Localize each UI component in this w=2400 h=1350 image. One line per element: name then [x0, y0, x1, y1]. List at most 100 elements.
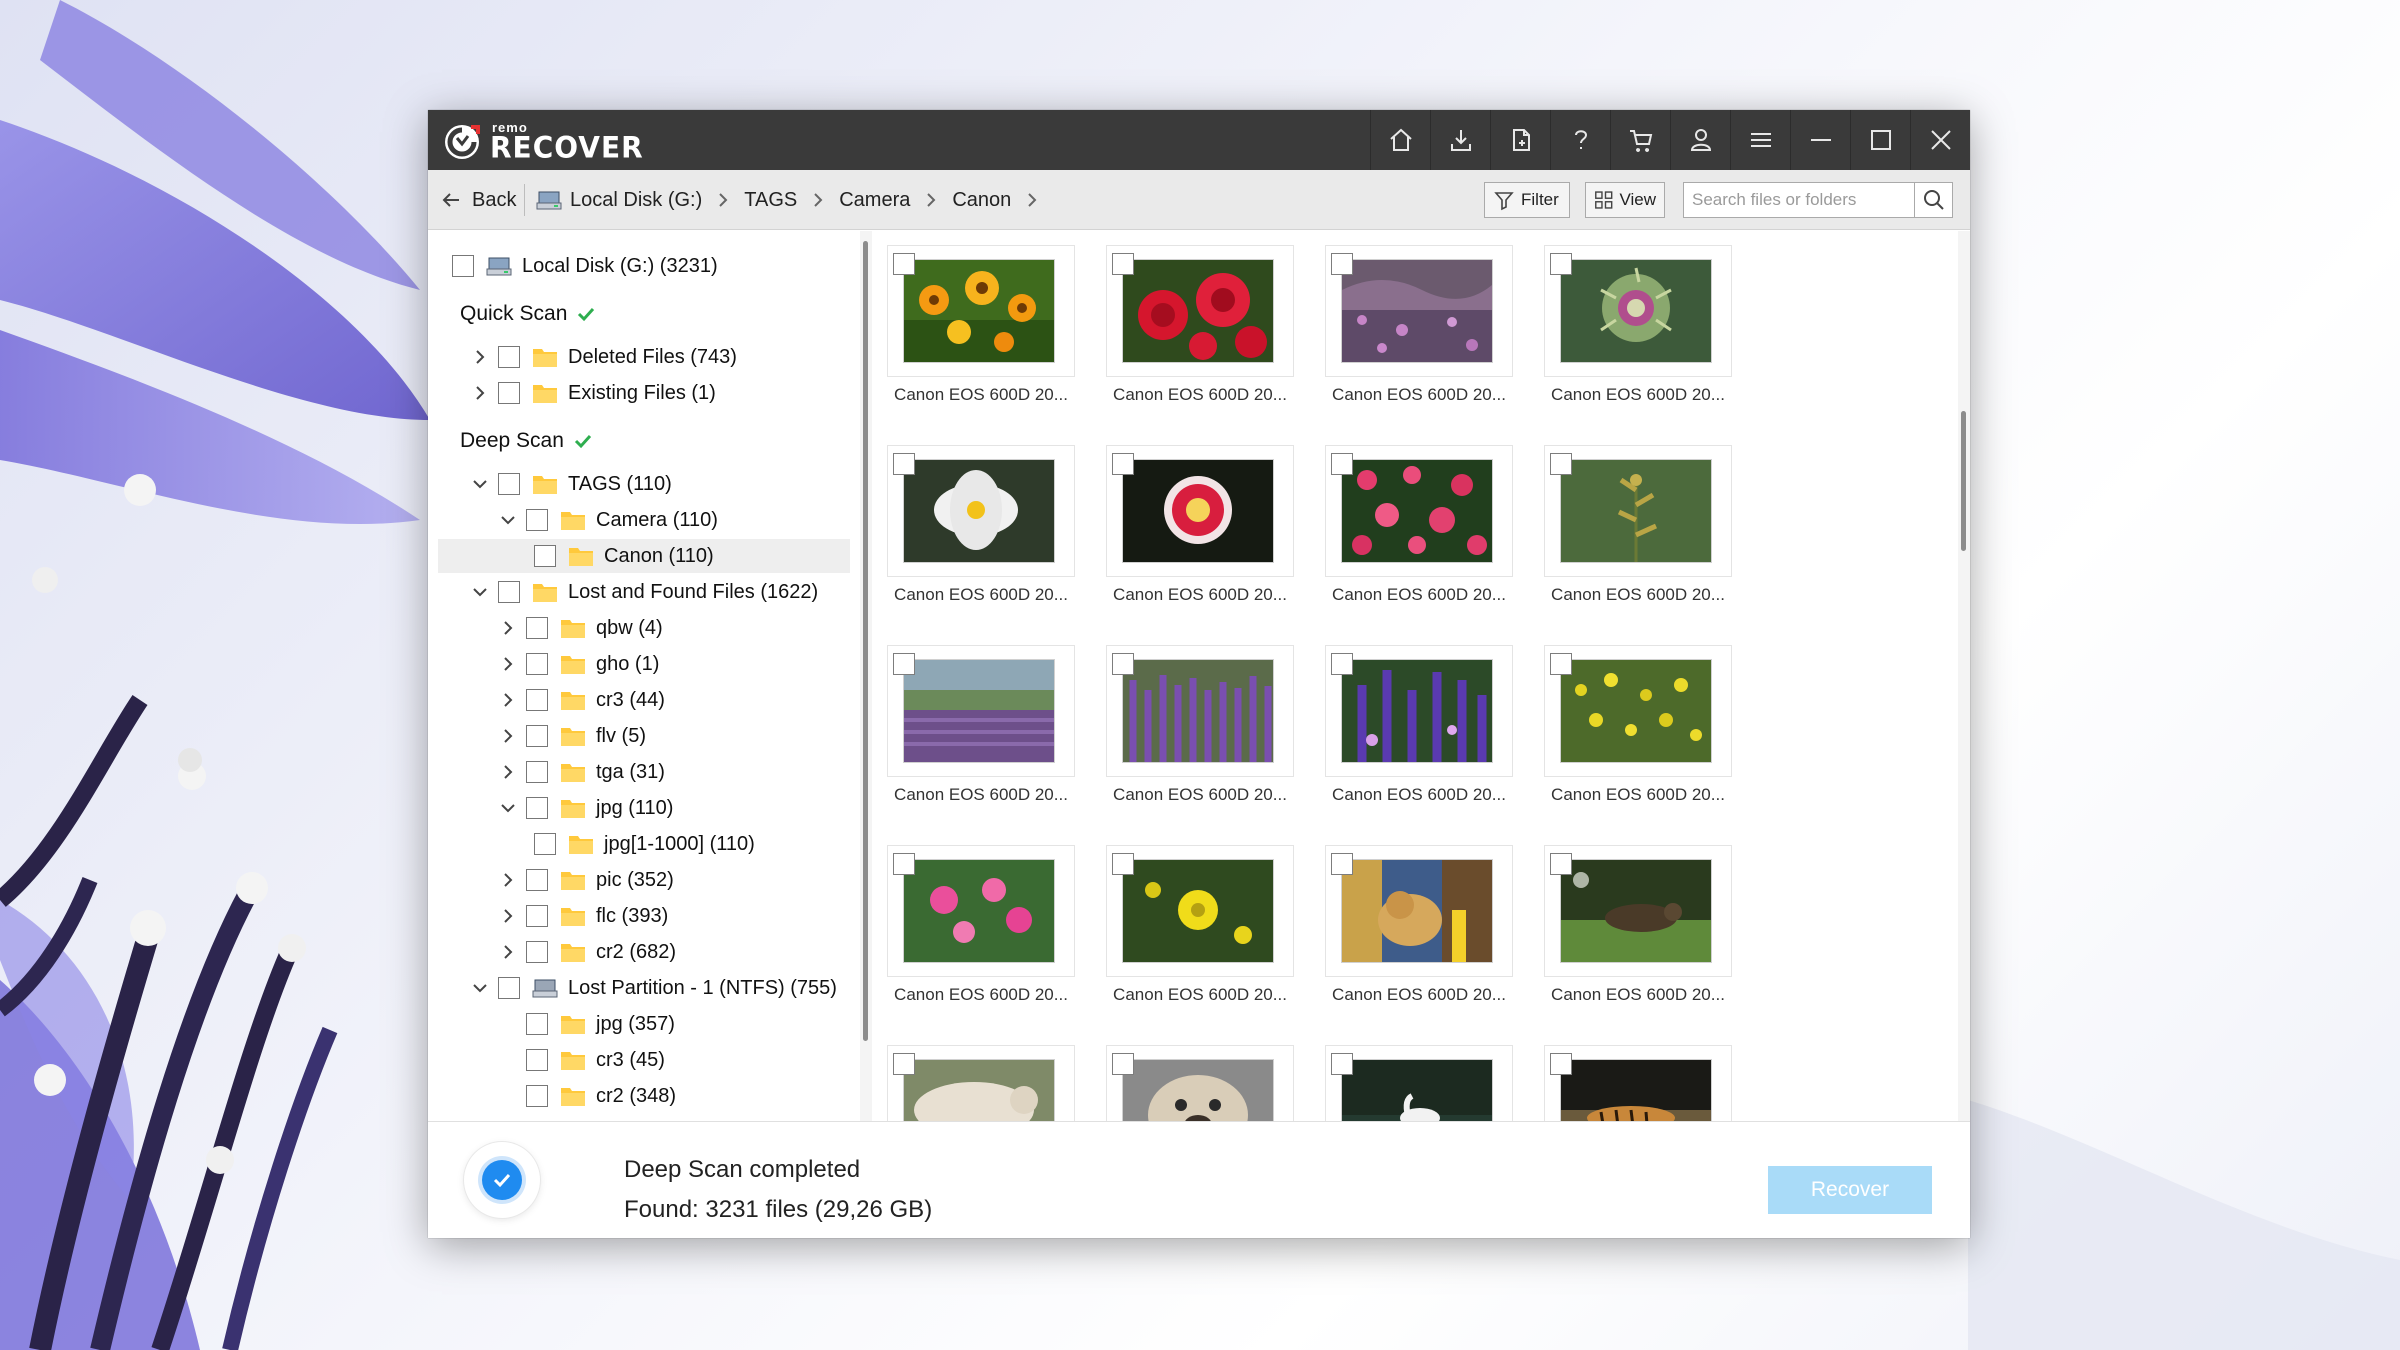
image-thumbnail[interactable]	[1560, 459, 1712, 563]
tree-checkbox[interactable]	[534, 833, 556, 855]
expand-toggle[interactable]	[498, 726, 518, 746]
tree-checkbox[interactable]	[498, 473, 520, 495]
image-thumbnail[interactable]	[903, 1059, 1055, 1121]
menu-button[interactable]	[1730, 110, 1790, 170]
expand-toggle[interactable]	[498, 906, 518, 926]
expand-toggle[interactable]	[498, 870, 518, 890]
tree-item-existing-files[interactable]: Existing Files (1)	[470, 376, 716, 410]
image-thumbnail[interactable]	[903, 459, 1055, 563]
image-thumbnail[interactable]	[1341, 259, 1493, 363]
tree-checkbox[interactable]	[526, 941, 548, 963]
tree-item-jpg-range[interactable]: jpg[1-1000] (110)	[526, 827, 755, 861]
tree-checkbox[interactable]	[498, 977, 520, 999]
image-thumbnail[interactable]	[1122, 659, 1274, 763]
image-thumbnail[interactable]	[1560, 859, 1712, 963]
tree-item-qbw[interactable]: qbw (4)	[498, 611, 663, 645]
save-session-button[interactable]	[1430, 110, 1490, 170]
expand-toggle[interactable]	[498, 510, 518, 530]
tree-vertical-scrollbar[interactable]	[860, 231, 872, 1121]
breadcrumb-item-camera[interactable]: Camera	[839, 189, 910, 212]
tile-checkbox[interactable]	[893, 253, 915, 275]
file-tile[interactable]: Canon EOS 600D 20...	[1325, 845, 1513, 1004]
tile-checkbox[interactable]	[1550, 1053, 1572, 1075]
image-thumbnail[interactable]	[1341, 459, 1493, 563]
help-button[interactable]	[1550, 110, 1610, 170]
tile-checkbox[interactable]	[1550, 653, 1572, 675]
image-thumbnail[interactable]	[903, 659, 1055, 763]
file-tile[interactable]: Canon EOS 600D 20...	[1544, 245, 1732, 404]
tree-item-flv[interactable]: flv (5)	[498, 719, 646, 753]
tree-checkbox[interactable]	[498, 581, 520, 603]
close-button[interactable]	[1910, 110, 1970, 170]
tree-item-lost-partition[interactable]: Lost Partition - 1 (NTFS) (755)	[470, 971, 837, 1005]
tree-item-root[interactable]: Local Disk (G:) (3231)	[452, 249, 718, 283]
tree-checkbox[interactable]	[526, 1085, 548, 1107]
tree-item-gho[interactable]: gho (1)	[498, 647, 659, 681]
recover-button[interactable]: Recover	[1768, 1166, 1932, 1214]
tree-item-lost-and-found[interactable]: Lost and Found Files (1622)	[470, 575, 818, 609]
file-tile[interactable]: Canon EOS 600D 20...	[1325, 245, 1513, 404]
expand-toggle[interactable]	[470, 383, 490, 403]
tree-item-camera[interactable]: Camera (110)	[498, 503, 718, 537]
image-thumbnail[interactable]	[903, 259, 1055, 363]
tree-checkbox[interactable]	[498, 382, 520, 404]
expand-toggle[interactable]	[470, 978, 490, 998]
tile-checkbox[interactable]	[893, 653, 915, 675]
home-button[interactable]	[1370, 110, 1430, 170]
tree-item-partition-jpg[interactable]: jpg (357)	[518, 1007, 675, 1041]
image-thumbnail[interactable]	[1341, 659, 1493, 763]
tile-checkbox[interactable]	[893, 1053, 915, 1075]
image-thumbnail[interactable]	[1122, 1059, 1274, 1121]
expand-toggle[interactable]	[498, 654, 518, 674]
tile-checkbox[interactable]	[1112, 1053, 1134, 1075]
tile-checkbox[interactable]	[893, 853, 915, 875]
search-input[interactable]	[1684, 183, 1912, 217]
breadcrumb-item-local-disk[interactable]: Local Disk (G:)	[536, 189, 702, 212]
tree-checkbox[interactable]	[526, 905, 548, 927]
file-tile[interactable]: Canon EOS 600D 20...	[1106, 245, 1294, 404]
file-tile[interactable]: Canon EOS 600D 20...	[1325, 445, 1513, 604]
image-thumbnail[interactable]	[1560, 1059, 1712, 1121]
file-tile[interactable]: Canon EOS 600D 20...	[1325, 645, 1513, 804]
tree-checkbox[interactable]	[526, 797, 548, 819]
image-thumbnail[interactable]	[1122, 459, 1274, 563]
tree-checkbox[interactable]	[526, 725, 548, 747]
tree-item-tga[interactable]: tga (31)	[498, 755, 665, 789]
tile-checkbox[interactable]	[1331, 653, 1353, 675]
file-tile[interactable]: Canon EOS 600D 20...	[887, 645, 1075, 804]
expand-toggle[interactable]	[470, 474, 490, 494]
tree-item-canon[interactable]: Canon (110)	[438, 539, 850, 573]
image-thumbnail[interactable]	[1560, 259, 1712, 363]
file-tile[interactable]: Canon EOS 600D 20...	[1106, 645, 1294, 804]
tree-item-partition-cr3[interactable]: cr3 (45)	[518, 1043, 665, 1077]
maximize-button[interactable]	[1850, 110, 1910, 170]
file-tile[interactable]: Canon EOS 600D 20...	[887, 245, 1075, 404]
view-button[interactable]: View	[1585, 182, 1665, 218]
image-thumbnail[interactable]	[1122, 259, 1274, 363]
file-tile[interactable]	[1106, 1045, 1294, 1121]
tree-item-pic[interactable]: pic (352)	[498, 863, 674, 897]
tree-item-flc[interactable]: flc (393)	[498, 899, 668, 933]
scrollbar-thumb[interactable]	[1961, 411, 1966, 551]
filter-button[interactable]: Filter	[1484, 182, 1570, 218]
file-tile[interactable]: Canon EOS 600D 20...	[887, 845, 1075, 1004]
tree-checkbox[interactable]	[526, 761, 548, 783]
file-tile[interactable]: Canon EOS 600D 20...	[1544, 845, 1732, 1004]
file-tile[interactable]: Canon EOS 600D 20...	[1106, 845, 1294, 1004]
expand-toggle[interactable]	[498, 618, 518, 638]
tree-checkbox[interactable]	[526, 1013, 548, 1035]
tree-item-cr2[interactable]: cr2 (682)	[498, 935, 676, 969]
image-thumbnail[interactable]	[1341, 1059, 1493, 1121]
tile-checkbox[interactable]	[1331, 853, 1353, 875]
tree-checkbox[interactable]	[452, 255, 474, 277]
tree-checkbox[interactable]	[526, 689, 548, 711]
file-tile[interactable]: Canon EOS 600D 20...	[1544, 445, 1732, 604]
expand-toggle[interactable]	[470, 347, 490, 367]
grid-vertical-scrollbar[interactable]	[1958, 231, 1970, 1121]
tree-checkbox[interactable]	[498, 346, 520, 368]
tree-item-deleted-files[interactable]: Deleted Files (743)	[470, 340, 737, 374]
tree-item-tags[interactable]: TAGS (110)	[470, 467, 672, 501]
file-tile[interactable]: Canon EOS 600D 20...	[887, 445, 1075, 604]
search-button[interactable]	[1914, 183, 1952, 217]
tile-checkbox[interactable]	[1331, 253, 1353, 275]
